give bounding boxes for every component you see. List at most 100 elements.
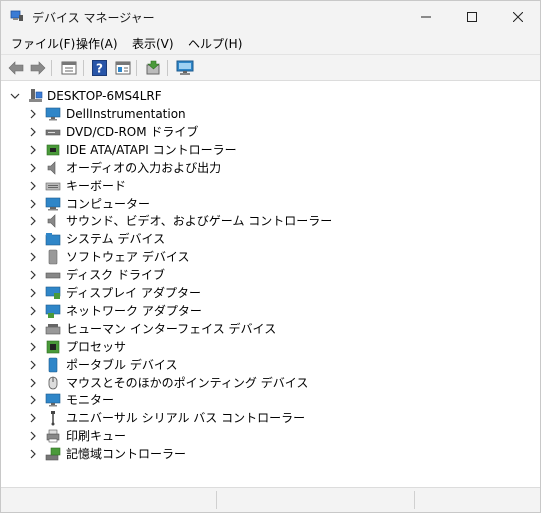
monitor-icon <box>45 394 61 407</box>
forward-arrow-icon <box>30 61 45 75</box>
toolbar-separator <box>83 60 84 76</box>
toolbar: ? <box>1 54 540 81</box>
usb-icon <box>51 411 55 426</box>
chevron-right-icon[interactable] <box>28 342 38 352</box>
hid-icon <box>45 323 61 335</box>
chevron-right-icon[interactable] <box>28 449 38 459</box>
tree-item-label: 記憶域コントローラー <box>66 447 187 462</box>
chevron-right-icon[interactable] <box>28 270 38 280</box>
tree-item-label: ネットワーク アダプター <box>66 303 202 318</box>
speaker-icon <box>47 160 56 175</box>
tree-item-label: 印刷キュー <box>66 429 127 444</box>
dvd-drive-icon <box>45 129 61 136</box>
chevron-right-icon[interactable] <box>28 378 38 388</box>
tree-root-label: DESKTOP-6MS4LRF <box>47 89 162 103</box>
help-icon: ? <box>92 60 107 76</box>
scan-hardware-button[interactable] <box>175 59 194 77</box>
tree-item-label: ユニバーサル シリアル バス コントローラー <box>66 411 306 426</box>
window-title: デバイス マネージャー <box>32 11 155 25</box>
tree-item-label: DellInstrumentation <box>66 107 186 121</box>
chevron-right-icon[interactable] <box>28 109 38 119</box>
close-button[interactable] <box>495 1 541 32</box>
device-tree[interactable]: DESKTOP-6MS4LRF DellInstrumentation DVD/C… <box>1 82 540 487</box>
toolbar-separator <box>167 60 168 76</box>
maximize-button[interactable] <box>449 1 495 32</box>
chevron-right-icon[interactable] <box>28 431 38 441</box>
tree-item-label: ディスプレイ アダプター <box>66 286 201 300</box>
chevron-right-icon[interactable] <box>28 324 38 334</box>
update-driver-button[interactable] <box>144 59 163 77</box>
view-icon <box>115 61 130 75</box>
speaker-icon <box>47 214 56 229</box>
help-button[interactable]: ? <box>90 59 109 77</box>
tree-item-label: コンピューター <box>66 196 151 211</box>
menu-view[interactable]: 表示(V) <box>132 35 174 52</box>
tree-item-label: ヒューマン インターフェイス デバイス <box>66 321 277 336</box>
chevron-right-icon[interactable] <box>28 413 38 423</box>
update-driver-icon <box>146 60 160 75</box>
tree-item-label: プロセッサ <box>66 339 127 354</box>
minimize-icon <box>421 16 431 17</box>
minimize-button[interactable] <box>403 1 449 32</box>
properties-button[interactable] <box>59 59 78 77</box>
tree-item-label: モニター <box>66 393 115 408</box>
chevron-right-icon[interactable] <box>28 306 38 316</box>
device-manager-app-icon <box>10 10 23 21</box>
svg-text:?: ? <box>96 62 103 76</box>
network-adapter-icon <box>45 304 61 318</box>
menu-file[interactable]: ファイル(F) <box>11 35 75 52</box>
software-device-icon <box>48 249 58 265</box>
portable-device-icon <box>48 357 58 372</box>
chevron-down-icon[interactable] <box>10 91 20 101</box>
title-bar[interactable]: デバイス マネージャー <box>1 1 540 32</box>
computer-root-icon <box>29 89 43 102</box>
close-icon <box>513 11 523 22</box>
processor-icon <box>46 340 60 353</box>
chevron-right-icon[interactable] <box>28 127 38 137</box>
back-button[interactable] <box>6 59 25 77</box>
status-bar <box>1 487 540 512</box>
status-separator <box>216 491 217 509</box>
chevron-right-icon[interactable] <box>28 252 38 262</box>
forward-button[interactable] <box>28 59 47 77</box>
toolbar-separator <box>136 60 137 76</box>
monitor-icon <box>45 107 61 121</box>
toolbar-separator <box>51 60 52 76</box>
menu-help[interactable]: ヘルプ(H) <box>188 35 242 52</box>
menu-bar: ファイル(F) 操作(A) 表示(V) ヘルプ(H) <box>1 32 540 54</box>
menu-action[interactable]: 操作(A) <box>76 35 118 52</box>
disk-drive-icon <box>45 272 61 279</box>
chevron-right-icon[interactable] <box>28 395 38 405</box>
chevron-right-icon[interactable] <box>28 216 38 226</box>
tree-item-label: サウンド、ビデオ、およびゲーム コントローラー <box>66 214 333 229</box>
tree-item-label: システム デバイス <box>66 232 166 247</box>
back-arrow-icon <box>8 61 23 75</box>
storage-controller-icon <box>45 447 61 461</box>
scan-hardware-icon <box>176 60 193 75</box>
maximize-icon <box>467 11 477 22</box>
properties-icon <box>61 61 76 75</box>
chevron-right-icon[interactable] <box>28 199 38 209</box>
view-button[interactable] <box>113 59 132 77</box>
tree-item-label: ディスク ドライブ <box>66 268 165 283</box>
chevron-right-icon[interactable] <box>28 163 38 173</box>
chevron-right-icon[interactable] <box>28 145 38 155</box>
tree-item-label: オーディオの入力および出力 <box>66 160 222 175</box>
chevron-right-icon[interactable] <box>28 288 38 298</box>
tree-item-label: マウスとそのほかのポインティング デバイス <box>66 375 309 390</box>
tree-item-label: IDE ATA/ATAPI コントローラー <box>66 142 237 157</box>
tree-item-label: キーボード <box>66 178 127 193</box>
tree-item-label: DVD/CD-ROM ドライブ <box>66 124 199 139</box>
mouse-icon <box>48 376 58 389</box>
tree-item-label: ソフトウェア デバイス <box>66 250 190 265</box>
display-adapter-icon <box>45 286 61 299</box>
computer-icon <box>45 197 61 210</box>
tree-item-label: ポータブル デバイス <box>66 357 178 372</box>
chevron-right-icon[interactable] <box>28 234 38 244</box>
system-folder-icon <box>45 233 61 246</box>
device-manager-window: デバイス マネージャー ファイル(F) 操作(A) 表示(V) ヘルプ(H) ? <box>0 0 541 513</box>
chevron-right-icon[interactable] <box>28 181 38 191</box>
printer-icon <box>46 429 60 443</box>
chevron-right-icon[interactable] <box>28 360 38 370</box>
status-separator <box>414 491 415 509</box>
